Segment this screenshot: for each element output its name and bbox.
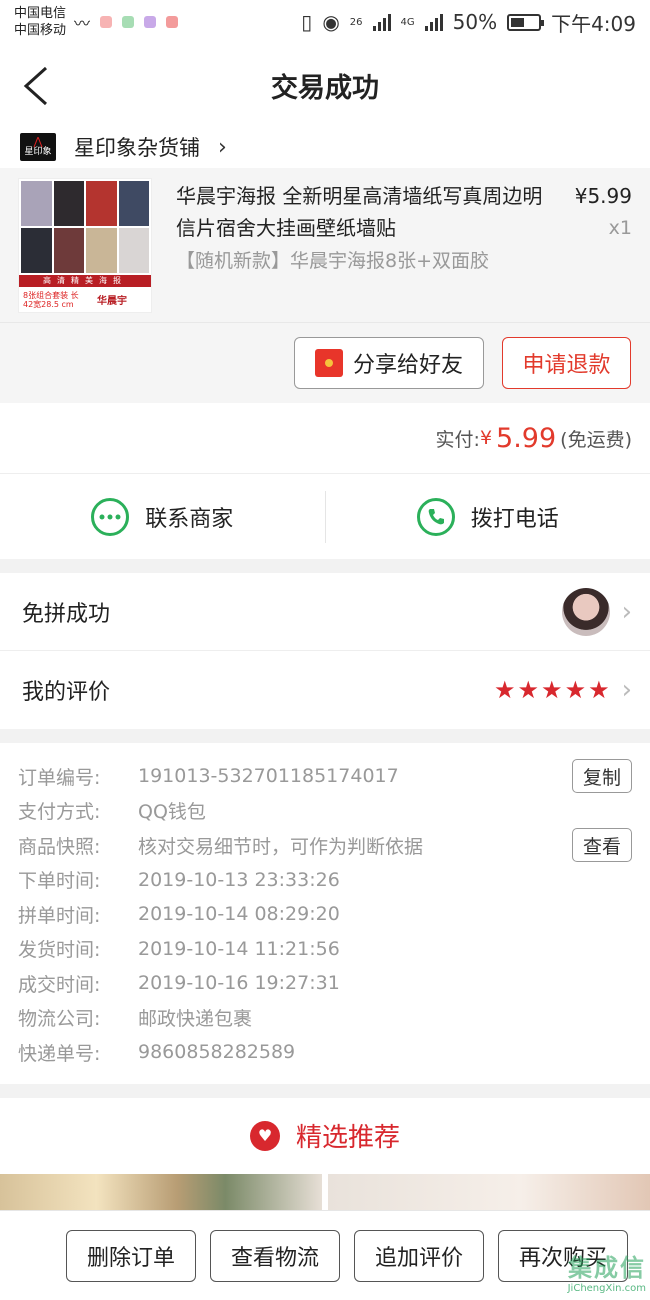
rating-stars: ★ ★ ★ ★ ★	[494, 676, 610, 704]
buy-again-button[interactable]: 再次购买	[498, 1229, 628, 1282]
detail-row: 物流公司: 邮政快递包裹	[18, 1008, 253, 1031]
star-icon: ★	[494, 676, 516, 704]
add-review-button[interactable]: 追加评价	[354, 1229, 484, 1282]
star-icon: ★	[541, 676, 563, 704]
signal-icon-1	[372, 13, 391, 31]
carrier-2: 中国移动	[14, 23, 67, 38]
chevron-right-icon: ›	[621, 596, 632, 627]
thumb-caption: 8张组合套装 长42宽28.5 cm	[23, 290, 79, 309]
contact-row: 联系商家 拨打电话	[0, 473, 650, 559]
product-thumbnail: 高清精美海报 8张组合套装 长42宽28.5 cm 华晨宇	[18, 178, 152, 313]
detail-row: 成交时间: 2019-10-16 19:27:31	[18, 972, 340, 996]
detail-row: 发货时间: 2019-10-14 11:21:56	[18, 937, 340, 962]
star-icon: ★	[517, 676, 540, 704]
chevron-right-icon: ›	[621, 675, 632, 705]
red-packet-icon	[314, 349, 343, 377]
detail-row: 订单编号: 191013-532701185174017 复制	[18, 759, 632, 794]
order-actions: 分享给好友 申请退款	[0, 323, 650, 403]
paid-amount: 5.99	[496, 422, 557, 454]
order-number: 191013-532701185174017	[138, 765, 399, 788]
star-icon: ★	[564, 676, 587, 704]
detail-row: 拼单时间: 2019-10-14 08:29:20	[18, 903, 340, 927]
thumb-name: 华晨宇	[97, 296, 127, 307]
app-icon	[144, 16, 157, 28]
heart-icon: ♥	[249, 1120, 280, 1151]
mail-icon	[166, 16, 179, 28]
vibrate-icon: ▯	[301, 10, 313, 34]
page-title: 交易成功	[271, 72, 379, 104]
shop-logo-text: 星印象	[24, 147, 52, 157]
my-review-label: 我的评价	[22, 680, 111, 705]
shop-link[interactable]: ⋀ 星印象 星印象杂货铺 ›	[0, 126, 650, 168]
star-icon: ★	[588, 676, 610, 704]
carrier-1: 中国电信	[14, 6, 67, 21]
recommend-item-image[interactable]	[0, 1173, 322, 1210]
thumb-banner: 高清精美海报	[19, 275, 151, 287]
product-card[interactable]: 高清精美海报 8张组合套装 长42宽28.5 cm 华晨宇 华晨宇海报 全新明星…	[0, 168, 650, 323]
status-rows: 免拼成功 › 我的评价 ★ ★ ★ ★ ★ ›	[0, 573, 650, 729]
network-label-2: 4G	[400, 16, 415, 28]
shop-logo: ⋀ 星印象	[20, 133, 56, 161]
watermark-url: JiChengXin.com	[567, 1283, 646, 1294]
my-review-row[interactable]: 我的评价 ★ ★ ★ ★ ★ ›	[0, 651, 650, 729]
detail-row: 商品快照: 核对交易细节时，可作为判断依据 查看	[18, 828, 632, 863]
phone-icon	[416, 497, 455, 536]
battery-icon	[507, 13, 545, 31]
product-title: 华晨宇海报 全新明星高清墙纸写真周边明信片宿舍大挂画壁纸墙贴	[176, 184, 543, 240]
chevron-right-icon: ›	[218, 134, 227, 160]
recommend-header: ♥ 精选推荐	[0, 1097, 650, 1174]
copy-button[interactable]: 复制	[571, 759, 632, 794]
share-label: 分享给好友	[352, 353, 463, 378]
recommend-thumbnails	[0, 1173, 650, 1210]
view-logistics-button[interactable]: 查看物流	[210, 1229, 340, 1282]
bottom-action-bar: 删除订单 查看物流 追加评价 再次购买 集成信 JiChengXin.com	[0, 1210, 650, 1300]
battery-percent: 50%	[452, 10, 498, 34]
chat-bubble-icon	[91, 497, 130, 536]
network-label-1: 26	[349, 16, 363, 28]
share-button[interactable]: 分享给好友	[294, 337, 484, 389]
call-phone-label: 拨打电话	[470, 506, 559, 532]
shop-logo-star-icon: ⋀	[33, 135, 43, 148]
back-arrow-icon[interactable]	[22, 66, 52, 106]
shipping-note: (免运费)	[560, 428, 632, 451]
tracking-number: 9860858282589	[138, 1041, 296, 1064]
paid-label: 实付:	[435, 428, 480, 451]
clock: 下午4:09	[551, 11, 636, 36]
signal-icon-2	[424, 13, 443, 31]
product-spec: 【随机新款】华晨宇海报8张+双面胶	[176, 250, 490, 272]
view-snapshot-button[interactable]: 查看	[571, 828, 632, 863]
contact-merchant-label: 联系商家	[145, 506, 234, 532]
detail-row: 下单时间: 2019-10-13 23:33:26	[18, 868, 340, 893]
call-phone-button[interactable]: 拨打电话	[324, 490, 650, 543]
order-details: 订单编号: 191013-532701185174017 复制 支付方式: QQ…	[0, 743, 650, 1084]
contact-merchant-button[interactable]: 联系商家	[0, 491, 325, 543]
group-status-row[interactable]: 免拼成功 ›	[0, 573, 650, 651]
avatar	[561, 587, 610, 636]
group-status-label: 免拼成功	[22, 601, 111, 627]
wechat-icon	[122, 16, 135, 28]
product-price: ¥5.99	[574, 184, 632, 208]
title-bar: 交易成功	[0, 44, 650, 126]
product-quantity: x1	[608, 217, 632, 239]
eye-icon: ◉	[322, 10, 340, 34]
paid-currency: ¥	[479, 427, 493, 449]
refund-button[interactable]: 申请退款	[502, 337, 631, 389]
recommend-item-image[interactable]	[328, 1173, 650, 1210]
recommend-title: 精选推荐	[295, 1123, 400, 1153]
detail-row: 快递单号: 9860858282589	[18, 1035, 632, 1070]
delete-order-button[interactable]: 删除订单	[66, 1229, 196, 1282]
shop-name: 星印象杂货铺	[74, 136, 200, 160]
activity-icon: 〰	[74, 14, 91, 33]
detail-row: 支付方式: QQ钱包	[18, 801, 206, 824]
payment-summary: 实付: ¥ 5.99 (免运费)	[0, 403, 650, 473]
status-bar: 中国电信 中国移动 〰 ▯ ◉ 26 4G 50% 下午4:09	[0, 0, 650, 44]
weibo-icon	[100, 16, 113, 28]
